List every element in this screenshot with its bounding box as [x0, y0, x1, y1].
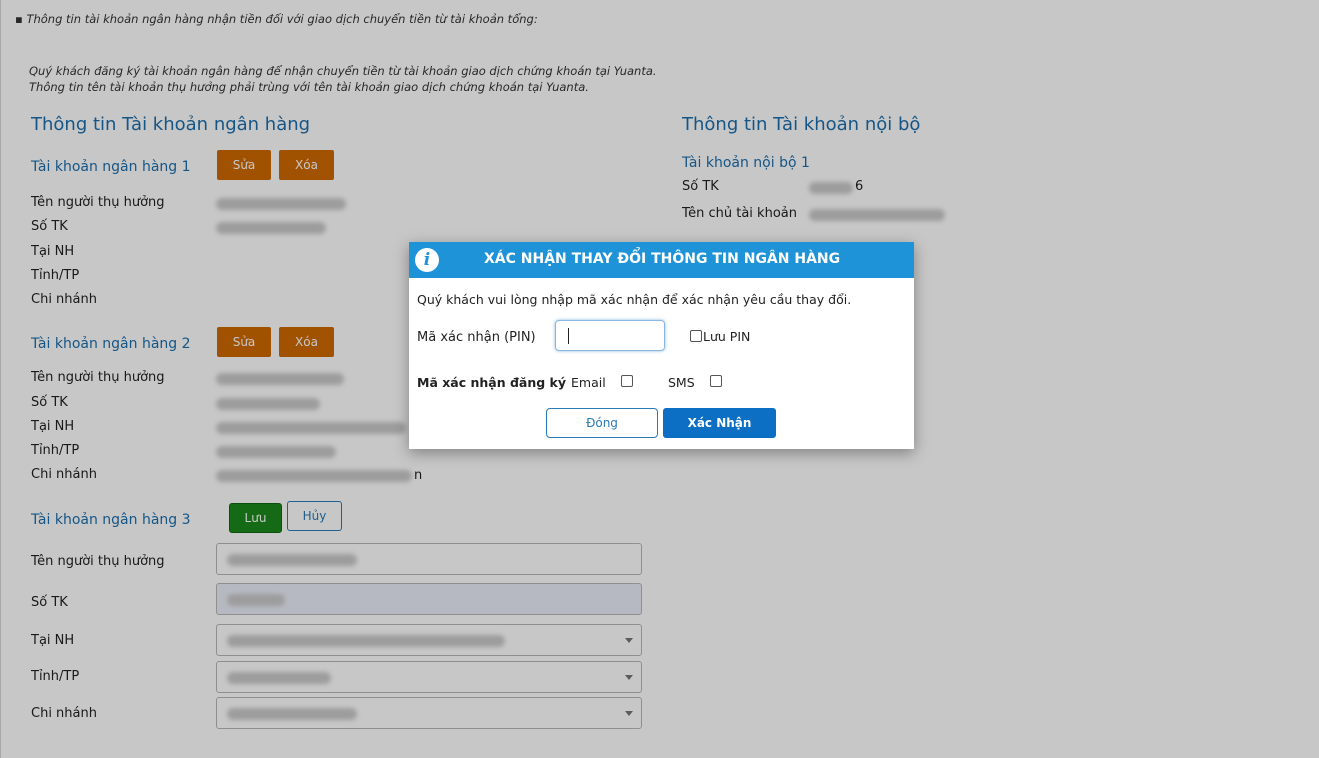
confirm-bank-change-dialog: i XÁC NHẬN THAY ĐỔI THÔNG TIN NGÂN HÀNG … [409, 242, 914, 449]
pin-input[interactable] [555, 320, 665, 351]
sms-label: SMS [668, 375, 695, 390]
email-label: Email [571, 375, 606, 390]
dialog-header: i XÁC NHẬN THAY ĐỔI THÔNG TIN NGÂN HÀNG [409, 242, 914, 278]
info-icon: i [415, 248, 439, 272]
confirm-button[interactable]: Xác Nhận [663, 408, 776, 438]
close-button[interactable]: Đóng [546, 408, 658, 438]
dialog-message: Quý khách vui lòng nhập mã xác nhận để x… [417, 292, 852, 307]
register-label: Mã xác nhận đăng ký [417, 375, 567, 390]
text-cursor [568, 328, 569, 344]
save-pin-checkbox[interactable] [690, 330, 702, 342]
sms-checkbox[interactable] [710, 375, 722, 387]
dialog-title: XÁC NHẬN THAY ĐỔI THÔNG TIN NGÂN HÀNG [484, 251, 841, 267]
email-checkbox[interactable] [621, 375, 633, 387]
pin-label: Mã xác nhận (PIN) [417, 330, 536, 345]
save-pin-label: Lưu PIN [703, 329, 751, 344]
